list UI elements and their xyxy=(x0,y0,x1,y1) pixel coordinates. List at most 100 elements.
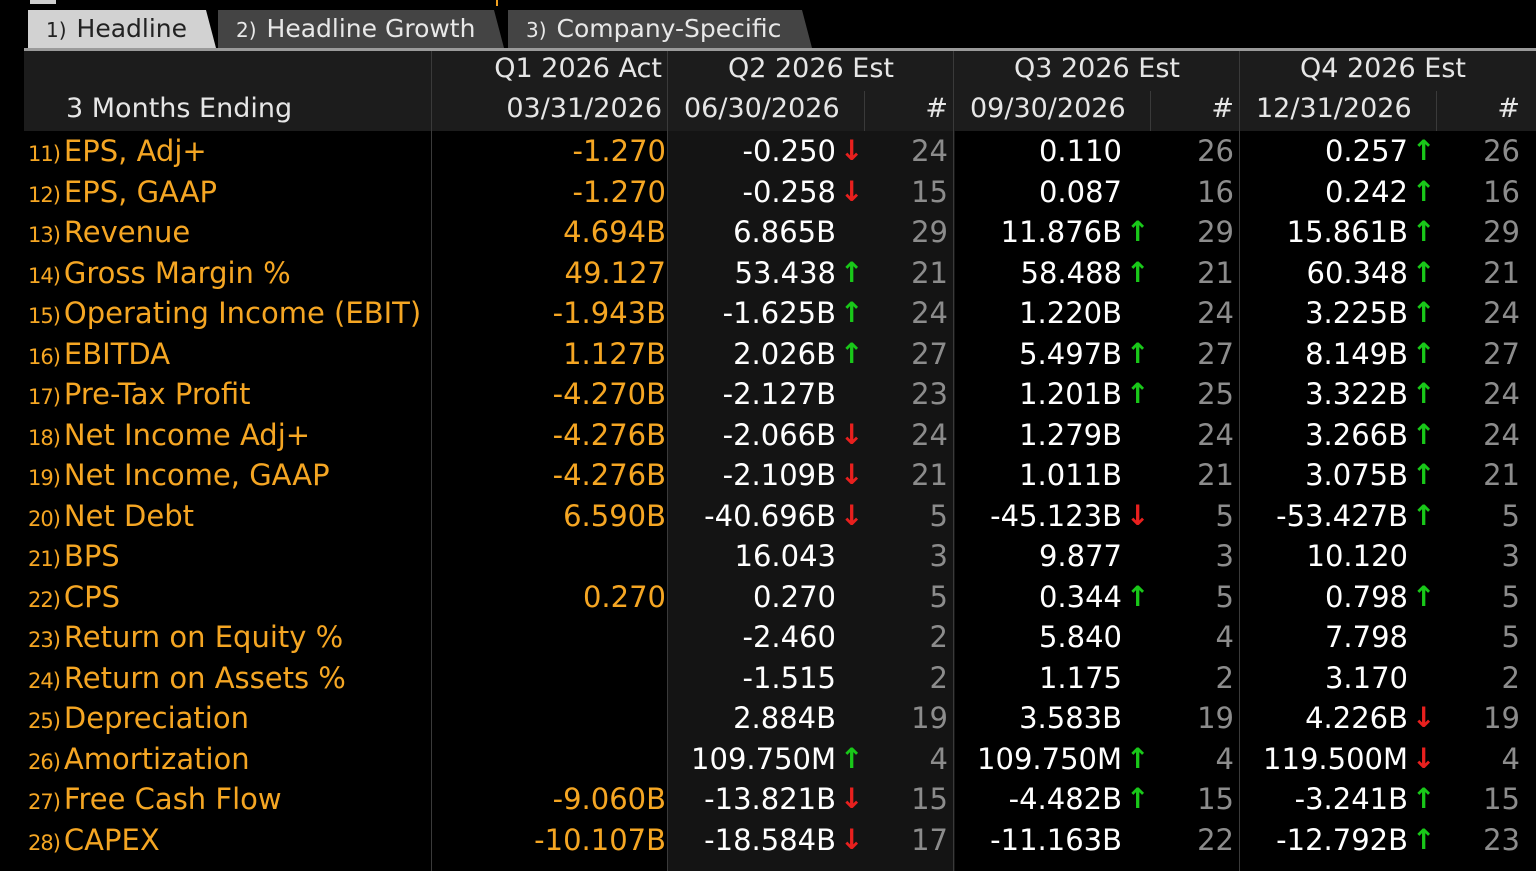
table-row[interactable]: 18) Net Income Adj+ -4.276B -2.066B ↓ 24 1.279… xyxy=(24,415,1536,456)
q3-estimate-value[interactable]: 1.279B xyxy=(922,415,1122,456)
q2-estimate-value[interactable]: -0.250 xyxy=(636,131,837,172)
q3-estimate-value[interactable]: 58.488 xyxy=(922,253,1122,294)
row-label[interactable]: 18) Net Income Adj+ xyxy=(28,415,310,456)
q3-estimate-value[interactable]: 1.201B xyxy=(922,374,1122,415)
table-row[interactable]: 14) Gross Margin % 49.127 53.438 ↑ 21 58.488 ↑ 2… xyxy=(24,253,1536,294)
tab-headline[interactable]: 1) Headline xyxy=(28,10,216,48)
q3-estimate-value[interactable]: 0.344 xyxy=(922,577,1122,618)
q4-estimate-count[interactable]: 5 xyxy=(1476,617,1520,658)
q2-estimate-value[interactable]: 2.884B xyxy=(636,698,836,739)
q3-estimate-value[interactable]: 9.877 xyxy=(922,536,1122,577)
table-row[interactable]: 12) EPS, GAAP -1.270 -0.258 ↓ 15 0.087 16 0.242 ↑… xyxy=(24,172,1536,213)
q4-estimate-value[interactable]: 3.322B xyxy=(1208,374,1408,415)
q4-estimate-value[interactable]: 15.861B xyxy=(1208,212,1408,253)
q4-estimate-count[interactable]: 5 xyxy=(1476,577,1520,618)
q3-estimate-value[interactable]: 5.497B xyxy=(922,334,1122,375)
row-label[interactable]: 12) EPS, GAAP xyxy=(28,172,217,213)
q3-estimate-value[interactable]: 0.110 xyxy=(922,131,1122,172)
q4-estimate-count[interactable]: 15 xyxy=(1476,779,1520,820)
q4-estimate-count[interactable]: 21 xyxy=(1476,253,1520,294)
row-label[interactable]: 16) EBITDA xyxy=(28,334,170,375)
q2-estimate-value[interactable]: -1.625B xyxy=(636,293,836,334)
q3-estimate-value[interactable]: 11.876B xyxy=(922,212,1122,253)
row-label[interactable]: 23) Return on Equity % xyxy=(28,617,343,658)
table-row[interactable]: 20) Net Debt 6.590B -40.696B ↓ 5 -45.123B ↓ 5 -53… xyxy=(24,496,1536,537)
q4-estimate-count[interactable]: 5 xyxy=(1476,496,1520,537)
q4-estimate-count[interactable]: 4 xyxy=(1476,739,1520,780)
q3-estimate-value[interactable]: -45.123B xyxy=(922,496,1122,537)
table-row[interactable]: 28) CAPEX -10.107B -18.584B ↓ 17 -11.163B 22 -12… xyxy=(24,820,1536,861)
q2-estimate-value[interactable]: -2.127B xyxy=(636,374,836,415)
table-row[interactable]: 11) EPS, Adj+ -1.270 -0.250 ↓ 24 0.110 26 0.257 ↑… xyxy=(24,131,1536,172)
row-label[interactable]: 24) Return on Assets % xyxy=(28,658,346,699)
table-row[interactable]: 19) Net Income, GAAP -4.276B -2.109B ↓ 21 1.01… xyxy=(24,455,1536,496)
q2-estimate-value[interactable]: 109.750M xyxy=(636,739,836,780)
table-row[interactable]: 27) Free Cash Flow -9.060B -13.821B ↓ 15 -4.48… xyxy=(24,779,1536,820)
q2-estimate-value[interactable]: 53.438 xyxy=(636,253,836,294)
q4-estimate-value[interactable]: 60.348 xyxy=(1208,253,1408,294)
table-row[interactable]: 15) Operating Income (EBIT) -1.943B -1.625B… xyxy=(24,293,1536,334)
table-row[interactable]: 22) CPS 0.270 0.270 5 0.344 ↑ 5 0.798 ↑ 5 xyxy=(24,577,1536,618)
row-label[interactable]: 26) Amortization xyxy=(28,739,250,780)
q4-estimate-count[interactable]: 27 xyxy=(1476,334,1520,375)
q4-estimate-count[interactable]: 29 xyxy=(1476,212,1520,253)
tab-headline-growth[interactable]: 2) Headline Growth xyxy=(218,10,504,48)
q2-estimate-value[interactable]: -0.258 xyxy=(636,172,837,213)
q4-estimate-value[interactable]: 7.798 xyxy=(1208,617,1408,658)
row-label[interactable]: 25) Depreciation xyxy=(28,698,249,739)
row-label[interactable]: 14) Gross Margin % xyxy=(28,253,291,294)
q3-estimate-value[interactable]: -11.163B xyxy=(922,820,1122,861)
q2-estimate-value[interactable]: -18.584B xyxy=(636,820,836,861)
row-label[interactable]: 13) Revenue xyxy=(28,212,190,253)
q2-estimate-value[interactable]: -2.066B xyxy=(636,415,836,456)
q4-estimate-count[interactable]: 21 xyxy=(1476,455,1520,496)
q3-estimate-value[interactable]: 109.750M xyxy=(922,739,1122,780)
q4-estimate-value[interactable]: 8.149B xyxy=(1208,334,1408,375)
q3-estimate-value[interactable]: 3.583B xyxy=(922,698,1122,739)
table-row[interactable]: 16) EBITDA 1.127B 2.026B ↑ 27 5.497B ↑ 27 8.149B ↑… xyxy=(24,334,1536,375)
row-label[interactable]: 22) CPS xyxy=(28,577,120,618)
q4-estimate-count[interactable]: 19 xyxy=(1476,698,1520,739)
table-row[interactable]: 13) Revenue 4.694B 6.865B 29 11.876B ↑ 29 15.861… xyxy=(24,212,1536,253)
q3-estimate-value[interactable]: 1.175 xyxy=(922,658,1122,699)
table-row[interactable]: 26) Amortization 109.750M ↑ 4 109.750M ↑ 4 119.5… xyxy=(24,739,1536,780)
row-label[interactable]: 28) CAPEX xyxy=(28,820,160,861)
q3-estimate-value[interactable]: 1.220B xyxy=(922,293,1122,334)
q2-estimate-value[interactable]: 0.270 xyxy=(636,577,836,618)
q2-estimate-value[interactable]: 2.026B xyxy=(636,334,836,375)
q4-estimate-value[interactable]: -3.241B xyxy=(1208,779,1408,820)
q4-estimate-value[interactable]: 10.120 xyxy=(1208,536,1408,577)
q4-estimate-value[interactable]: 3.075B xyxy=(1208,455,1408,496)
q3-estimate-value[interactable]: 1.011B xyxy=(922,455,1122,496)
row-label[interactable]: 11) EPS, Adj+ xyxy=(28,131,207,172)
table-row[interactable]: 25) Depreciation 2.884B 19 3.583B 19 4.226B ↓ 19 xyxy=(24,698,1536,739)
q4-estimate-count[interactable]: 26 xyxy=(1476,131,1520,172)
q4-estimate-value[interactable]: -12.792B xyxy=(1208,820,1408,861)
row-label[interactable]: 19) Net Income, GAAP xyxy=(28,455,330,496)
row-label[interactable]: 20) Net Debt xyxy=(28,496,194,537)
q2-estimate-value[interactable]: -2.460 xyxy=(636,617,837,658)
table-row[interactable]: 24) Return on Assets % -1.515 2 1.175 2 3.170 2 xyxy=(24,658,1536,699)
q2-estimate-value[interactable]: -2.109B xyxy=(636,455,836,496)
q2-estimate-value[interactable]: 6.865B xyxy=(636,212,836,253)
q4-estimate-count[interactable]: 3 xyxy=(1476,536,1520,577)
q4-estimate-count[interactable]: 24 xyxy=(1476,293,1520,334)
row-label[interactable]: 21) BPS xyxy=(28,536,120,577)
q4-estimate-value[interactable]: 0.257 xyxy=(1208,131,1408,172)
row-label[interactable]: 17) Pre-Tax Profit xyxy=(28,374,251,415)
q4-estimate-count[interactable]: 24 xyxy=(1476,415,1520,456)
q3-estimate-value[interactable]: -4.482B xyxy=(922,779,1122,820)
q2-estimate-value[interactable]: -13.821B xyxy=(636,779,836,820)
q3-estimate-value[interactable]: 0.087 xyxy=(922,172,1122,213)
table-row[interactable]: 21) BPS 16.043 3 9.877 3 10.120 3 xyxy=(24,536,1536,577)
q4-estimate-value[interactable]: 3.225B xyxy=(1208,293,1408,334)
row-label[interactable]: 27) Free Cash Flow xyxy=(28,779,282,820)
q4-estimate-count[interactable]: 16 xyxy=(1476,172,1520,213)
q4-estimate-count[interactable]: 24 xyxy=(1476,374,1520,415)
q4-estimate-value[interactable]: 4.226B xyxy=(1208,698,1408,739)
q2-estimate-value[interactable]: 16.043 xyxy=(636,536,836,577)
q4-estimate-value[interactable]: 3.170 xyxy=(1208,658,1408,699)
q4-estimate-value[interactable]: 119.500M xyxy=(1208,739,1408,780)
q3-estimate-value[interactable]: 5.840 xyxy=(922,617,1122,658)
table-row[interactable]: 17) Pre-Tax Profit -4.270B -2.127B 23 1.201B ↑… xyxy=(24,374,1536,415)
